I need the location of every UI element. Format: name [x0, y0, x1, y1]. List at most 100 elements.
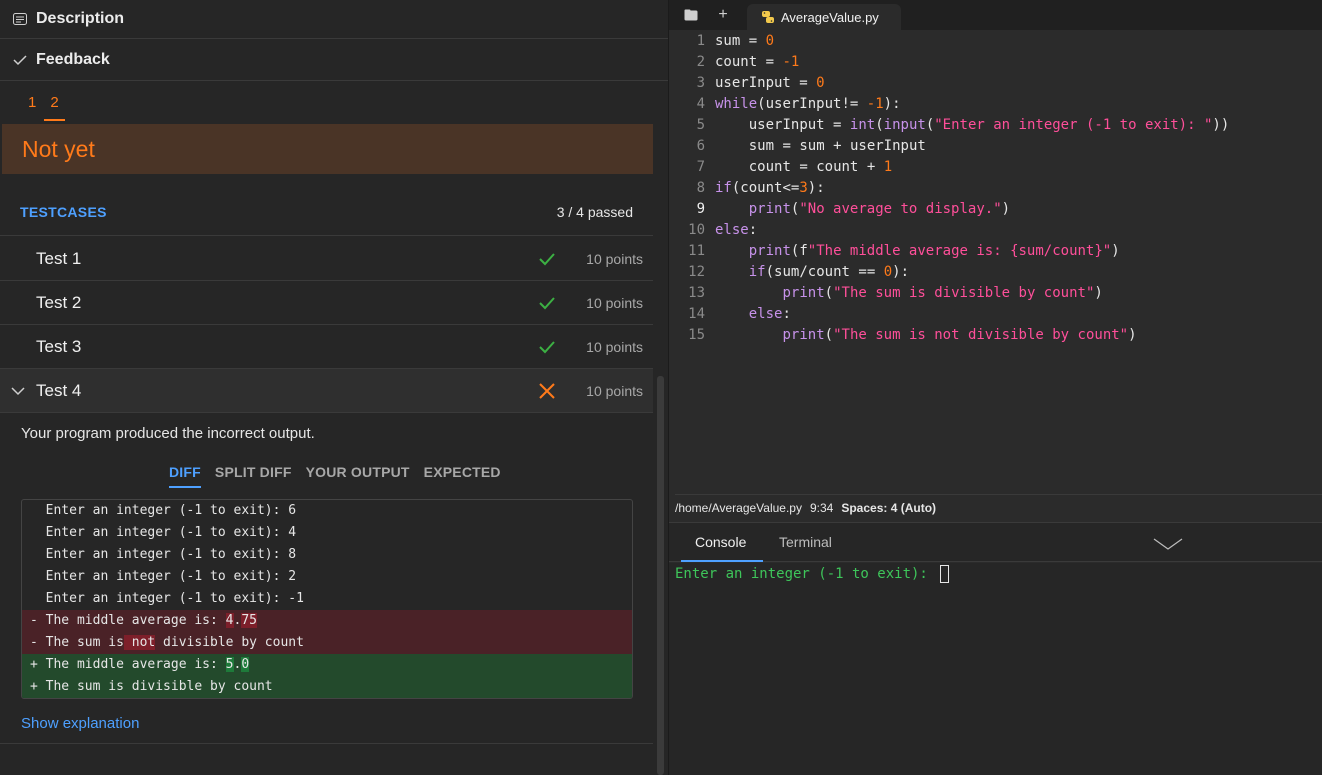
description-section[interactable]: Description	[0, 0, 668, 39]
diff-line: Enter an integer (-1 to exit): 8	[30, 547, 297, 562]
test-list: Test 1 10 points Test 2 10 points Test 3…	[0, 237, 653, 413]
line-number: 4	[696, 96, 705, 112]
status-text: Not yet	[22, 135, 95, 162]
line-number: 5	[696, 117, 705, 133]
console-output[interactable]: Enter an integer (-1 to exit):	[669, 563, 1322, 775]
diff-line: Enter an integer (-1 to exit): 2	[30, 569, 297, 584]
chevron-down-icon[interactable]	[10, 383, 26, 399]
diff-line-added: + The sum is divisible by count	[22, 676, 632, 698]
attempt-tab-2[interactable]: 2	[44, 88, 66, 121]
files-icon[interactable]	[683, 7, 699, 23]
test-points: 10 points	[586, 294, 643, 311]
code-line[interactable]: 7 count = count + 1	[677, 157, 1317, 178]
feedback-label: Feedback	[36, 50, 110, 68]
line-number: 8	[696, 180, 705, 196]
code-line[interactable]: 15 print("The sum is not divisible by co…	[677, 325, 1317, 346]
tab-console[interactable]: Console	[695, 534, 746, 550]
code-text: if(sum/count == 0):	[748, 264, 909, 280]
line-number: 13	[688, 285, 705, 301]
console-prompt-text: Enter an integer (-1 to exit):	[675, 566, 937, 582]
description-label: Description	[36, 10, 125, 27]
description-icon	[12, 11, 28, 27]
line-number: 3	[696, 75, 705, 91]
add-file-icon[interactable]: +	[715, 6, 731, 23]
status-path: /home/AverageValue.py	[675, 501, 802, 515]
show-explanation-link[interactable]: Show explanation	[21, 715, 139, 732]
line-number: 2	[696, 54, 705, 70]
diff-line: Enter an integer (-1 to exit): 4	[30, 525, 297, 540]
code-editor[interactable]: 1 sum = 0 2 count = -1 3 userInput = 0 4 while(…	[677, 31, 1317, 346]
code-line[interactable]: 13 print("The sum is divisible by count"…	[677, 283, 1317, 304]
scrollbar[interactable]	[657, 376, 664, 775]
code-text: print("The sum is divisible by count")	[782, 285, 1103, 301]
console-prompt: Enter an integer (-1 to exit):	[675, 565, 950, 583]
test-row[interactable]: Test 3 10 points	[0, 325, 653, 369]
file-tab[interactable]: AverageValue.py	[747, 4, 901, 30]
line-number: 11	[688, 243, 705, 259]
chevron-down-icon[interactable]	[1153, 537, 1183, 551]
status-spaces[interactable]: Spaces: 4 (Auto)	[841, 501, 936, 515]
code-line[interactable]: 10 else:	[677, 220, 1317, 241]
tab-diff[interactable]: DIFF	[169, 464, 201, 488]
testcases-title: TESTCASES	[20, 203, 107, 220]
code-text: count = count + 1	[748, 159, 893, 175]
diff-tabs: DIFF SPLIT DIFF YOUR OUTPUT EXPECTED	[169, 464, 501, 488]
test-points: 10 points	[586, 250, 643, 267]
code-text: sum = 0	[715, 33, 775, 49]
python-icon	[762, 11, 774, 23]
code-line[interactable]: 9 print("No average to display.")	[677, 199, 1317, 220]
code-line[interactable]: 11 print(f"The middle average is: {sum/c…	[677, 241, 1317, 262]
code-line[interactable]: 4 while(userInput!= -1):	[677, 94, 1317, 115]
code-line[interactable]: 5 userInput = int(input("Enter an intege…	[677, 115, 1317, 136]
test-name: Test 4	[36, 380, 82, 400]
console-tab-bar: Console Terminal	[669, 522, 1322, 562]
code-text: else:	[748, 306, 791, 322]
diff-line: Enter an integer (-1 to exit): 6	[30, 503, 297, 518]
tab-your-output[interactable]: YOUR OUTPUT	[306, 464, 410, 488]
test-row[interactable]: Test 1 10 points	[0, 237, 653, 281]
testcases-header: TESTCASES 3 / 4 passed	[0, 188, 653, 236]
check-icon	[539, 253, 555, 266]
test-name: Test 1	[36, 248, 82, 268]
code-line[interactable]: 3 userInput = 0	[677, 73, 1317, 94]
test-name: Test 3	[36, 336, 82, 356]
test-row[interactable]: Test 2 10 points	[0, 281, 653, 325]
check-icon	[539, 341, 555, 354]
code-line[interactable]: 12 if(sum/count == 0):	[677, 262, 1317, 283]
divider	[675, 494, 1322, 495]
file-tab-label: AverageValue.py	[781, 9, 879, 25]
code-line[interactable]: 1 sum = 0	[677, 31, 1317, 52]
attempt-tab-1[interactable]: 1	[28, 88, 36, 117]
x-icon	[539, 383, 555, 399]
code-text: while(userInput!= -1):	[715, 96, 901, 112]
tab-terminal[interactable]: Terminal	[779, 534, 832, 550]
feedback-panel: Description Feedback 1 2 Not yet TESTCAS…	[0, 0, 668, 775]
console-cursor[interactable]	[940, 565, 950, 583]
code-text: count = -1	[715, 54, 800, 70]
line-number: 7	[696, 159, 705, 175]
test-row[interactable]: Test 4 10 points	[0, 369, 653, 413]
code-text: print("No average to display.")	[748, 201, 1011, 217]
diff-line-removed: - The middle average is: 4.75	[22, 610, 632, 632]
tab-split-diff[interactable]: SPLIT DIFF	[215, 464, 292, 488]
code-line[interactable]: 6 sum = sum + userInput	[677, 136, 1317, 157]
line-number: 1	[696, 33, 705, 49]
code-text: userInput = int(input("Enter an integer …	[748, 117, 1230, 133]
check-icon	[12, 52, 28, 68]
code-text: userInput = 0	[715, 75, 825, 91]
test-name: Test 2	[36, 292, 82, 312]
editor-statusbar: /home/AverageValue.py 9:34 Spaces: 4 (Au…	[675, 497, 936, 519]
diff-line: Enter an integer (-1 to exit): -1	[30, 591, 304, 606]
feedback-section[interactable]: Feedback	[0, 39, 668, 81]
editor-tab-bar: + AverageValue.py	[669, 0, 1322, 30]
code-text: sum = sum + userInput	[748, 138, 926, 154]
code-line[interactable]: 14 else:	[677, 304, 1317, 325]
code-line[interactable]: 8 if(count<=3):	[677, 178, 1317, 199]
incorrect-message: Your program produced the incorrect outp…	[21, 425, 315, 442]
code-line[interactable]: 2 count = -1	[677, 52, 1317, 73]
line-number: 15	[688, 327, 705, 343]
tab-expected[interactable]: EXPECTED	[424, 464, 501, 488]
code-text: else:	[715, 222, 758, 238]
line-number: 6	[696, 138, 705, 154]
diff-output: Enter an integer (-1 to exit): 6 Enter a…	[21, 499, 633, 699]
